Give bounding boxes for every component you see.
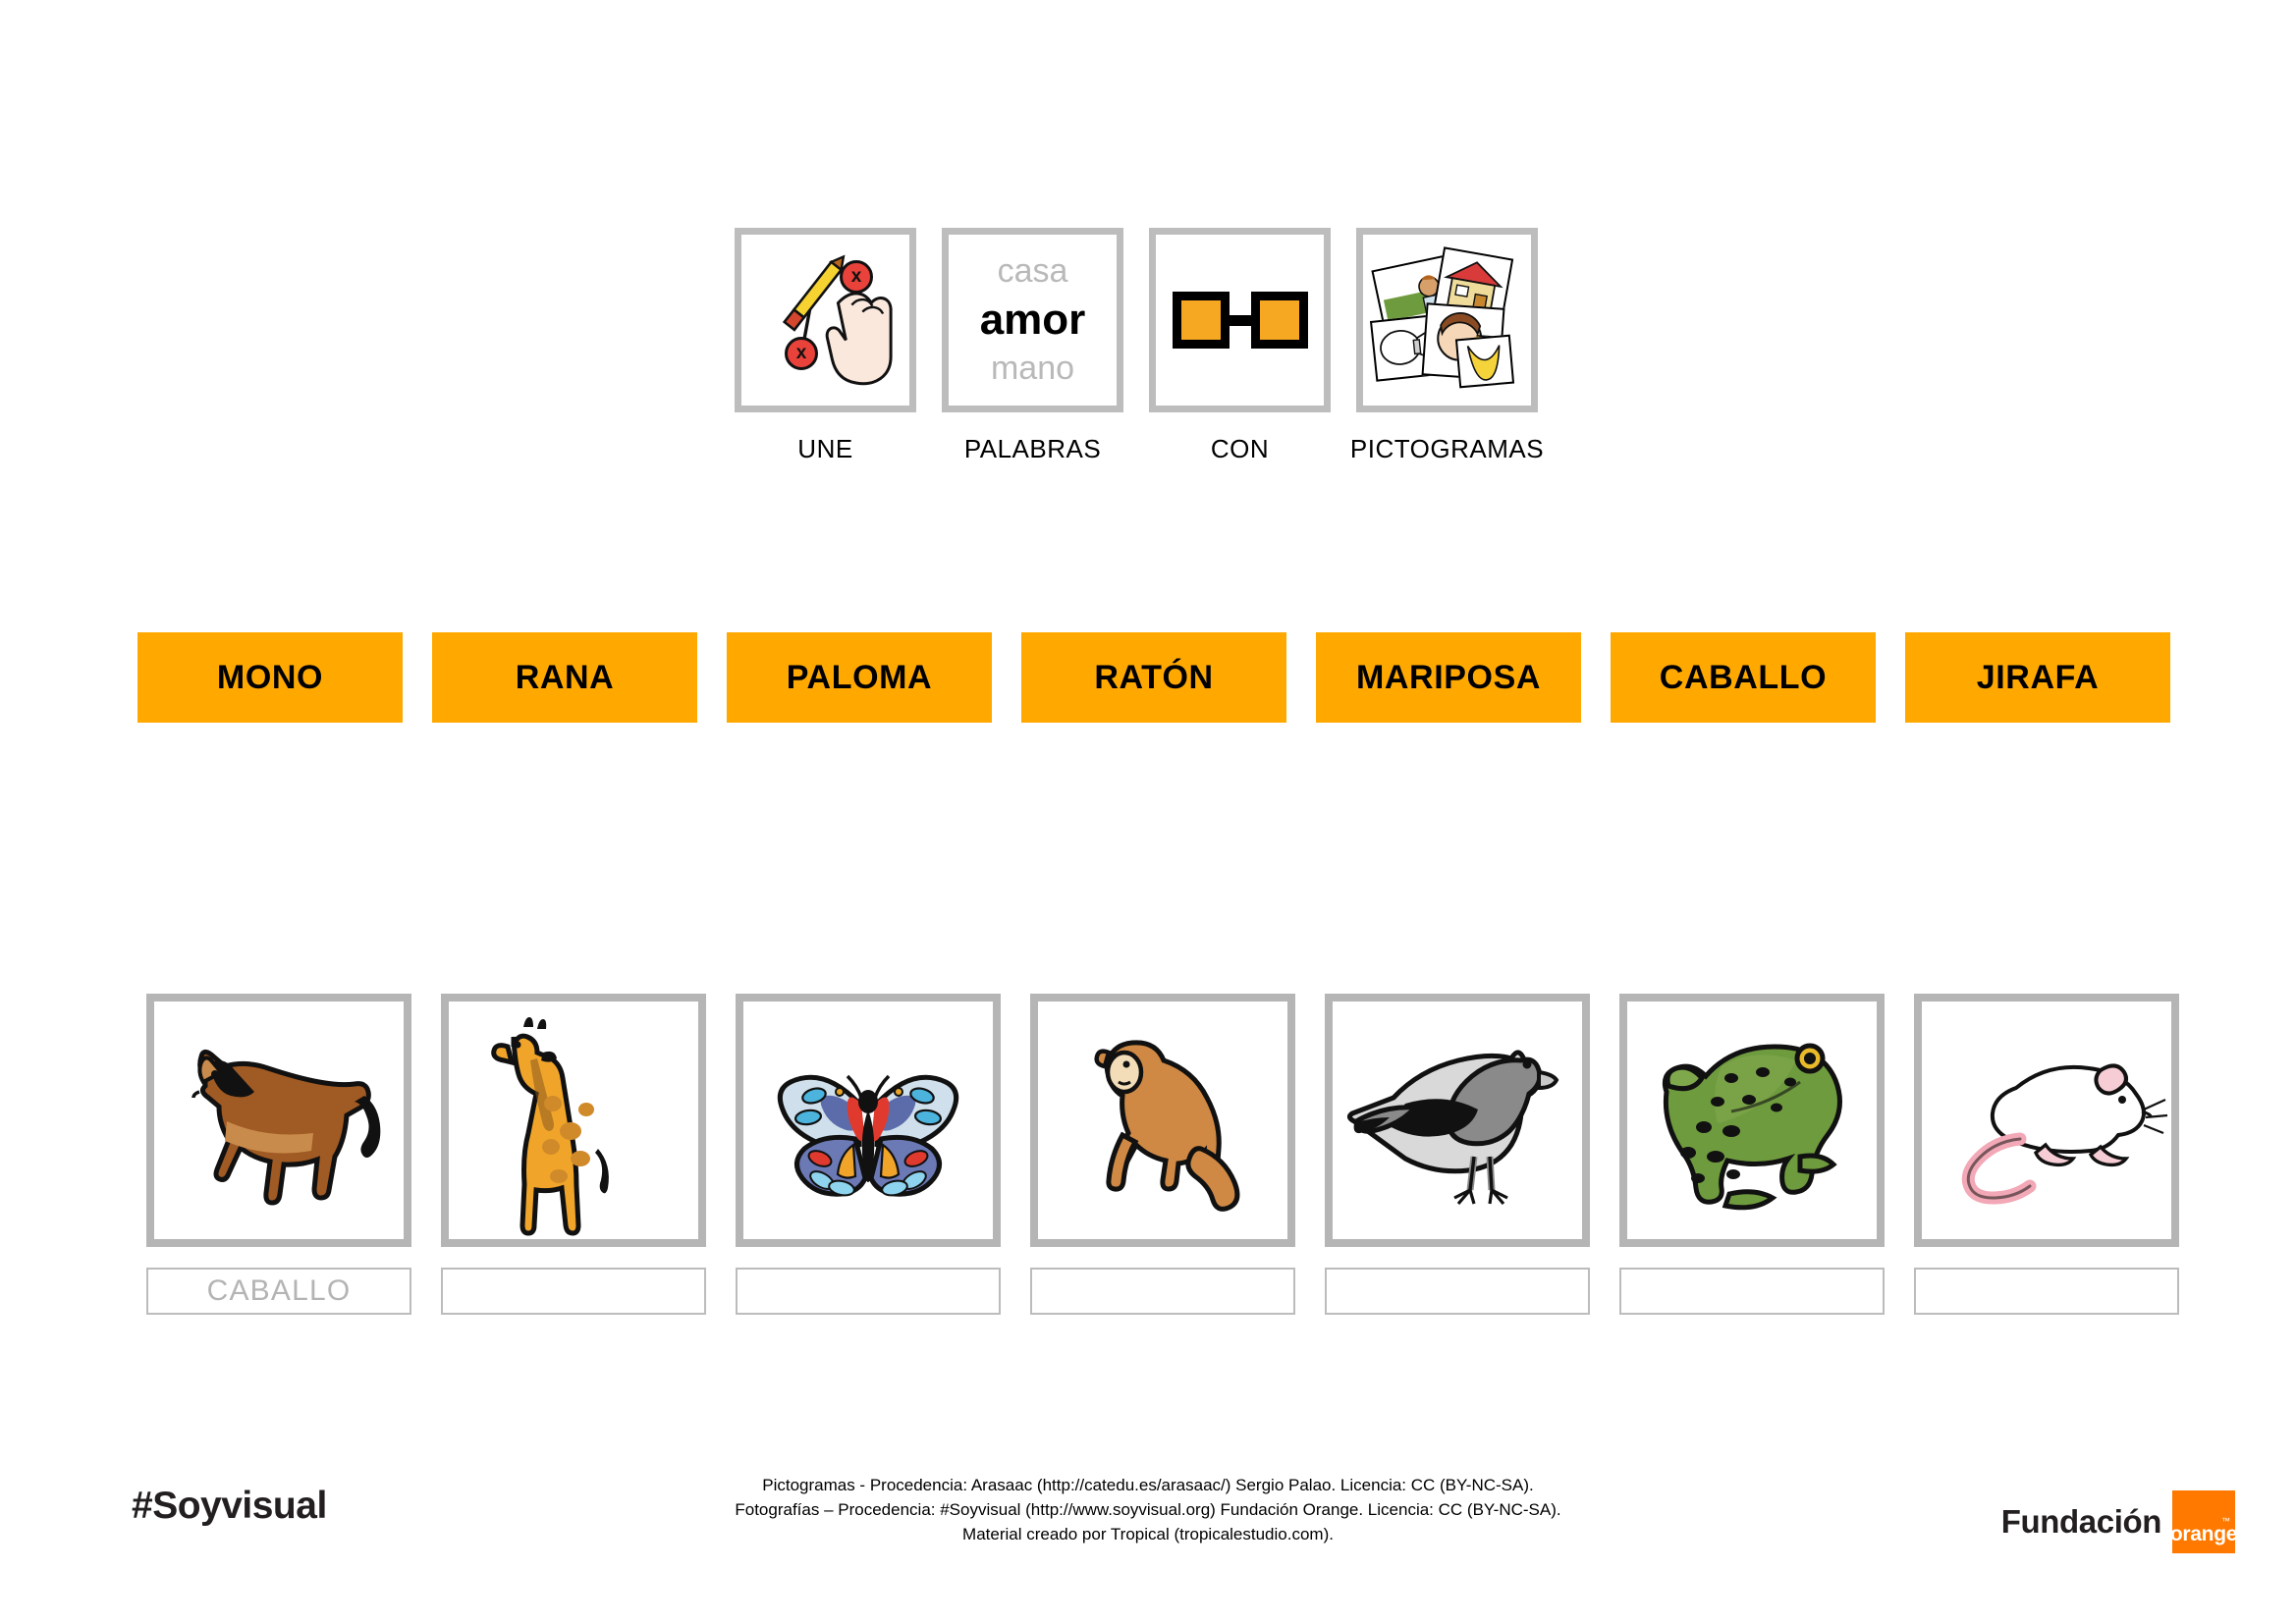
pictogram-cell-monkey	[1030, 994, 1295, 1315]
answer-box-butterfly[interactable]	[736, 1268, 1001, 1315]
hand-pencil-connect-icon: x x	[741, 235, 909, 406]
pictogram-cards-icon	[1363, 235, 1531, 406]
word-box-mariposa[interactable]: MARIPOSA	[1316, 632, 1581, 723]
instruction-label: CON	[1210, 434, 1270, 463]
link-squares-icon	[1156, 235, 1324, 406]
trademark-symbol: ™	[2221, 1516, 2230, 1526]
palabras-pictogram-frame: casa amor mano	[942, 228, 1123, 412]
mini-card-yellow	[1454, 334, 1515, 389]
credits-line-3: Material creado por Tropical (tropicales…	[962, 1525, 1334, 1544]
credits-line-2: Fotografías – Procedencia: #Soyvisual (h…	[735, 1500, 1561, 1520]
instruction-label: UNE	[797, 434, 853, 463]
link-square-left	[1172, 292, 1230, 349]
pictogram-cell-butterfly	[736, 994, 1001, 1315]
link-bar	[1229, 314, 1251, 326]
pictogram-cell-mouse	[1914, 994, 2179, 1315]
pictogram-cell-frog	[1619, 994, 1885, 1315]
instruction-item-con: CON	[1149, 228, 1331, 464]
word-box-paloma[interactable]: PALOMA	[727, 632, 992, 723]
answer-box-giraffe[interactable]	[441, 1268, 706, 1315]
horse-icon	[146, 994, 411, 1247]
word-sample-top: casa	[997, 252, 1068, 290]
answer-box-frog[interactable]	[1619, 1268, 1885, 1315]
instruction-item-une: x x UNE	[735, 228, 916, 464]
mouse-icon	[1914, 994, 2179, 1247]
answer-box-monkey[interactable]	[1030, 1268, 1295, 1315]
word-sample-middle: amor	[979, 296, 1086, 344]
instruction-label: PICTOGRAMAS	[1349, 434, 1545, 463]
word-box-rana[interactable]: RANA	[432, 632, 697, 723]
fundacion-orange-logo: Fundación orange ™	[2000, 1490, 2238, 1553]
target-dot-top: x	[840, 260, 873, 294]
con-pictogram-frame	[1149, 228, 1331, 412]
pictogram-cell-giraffe	[441, 994, 706, 1315]
instruction-label: PALABRAS	[963, 434, 1102, 463]
pictogramas-pictogram-frame	[1356, 228, 1538, 412]
orange-brand-label: orange	[2169, 1523, 2238, 1545]
footer-credits: Pictogramas - Procedencia: Arasaac (http…	[0, 1473, 2296, 1546]
answer-box-horse[interactable]: CABALLO	[146, 1268, 411, 1315]
word-box-jirafa[interactable]: JIRAFA	[1905, 632, 2170, 723]
pictogram-row: CABALLO	[146, 994, 2179, 1315]
target-dot-bottom: x	[785, 337, 818, 370]
instruction-item-pictogramas: PICTOGRAMAS	[1350, 228, 1544, 464]
pictogram-cell-pigeon	[1325, 994, 1590, 1315]
instruction-item-palabras: casa amor mano PALABRAS	[942, 228, 1123, 464]
link-square-right	[1250, 292, 1308, 349]
answer-box-mouse[interactable]	[1914, 1268, 2179, 1315]
pigeon-icon	[1325, 994, 1590, 1247]
monkey-icon	[1030, 994, 1295, 1247]
word-bank-row: MONO RANA PALOMA RATÓN MARIPOSA CABALLO …	[137, 632, 2170, 723]
butterfly-icon	[736, 994, 1001, 1247]
word-box-raton[interactable]: RATÓN	[1021, 632, 1286, 723]
answer-box-pigeon[interactable]	[1325, 1268, 1590, 1315]
instruction-strip: x x UNE casa amor mano PALABRAS CON PICT…	[735, 228, 1544, 464]
giraffe-icon	[441, 994, 706, 1247]
pictogram-cell-horse: CABALLO	[146, 994, 411, 1315]
credits-line-1: Pictogramas - Procedencia: Arasaac (http…	[762, 1476, 1534, 1494]
word-sample-bottom: mano	[990, 350, 1075, 387]
word-box-caballo[interactable]: CABALLO	[1611, 632, 1876, 723]
words-list-icon: casa amor mano	[949, 235, 1117, 406]
frog-icon	[1619, 994, 1885, 1247]
une-pictogram-frame: x x	[735, 228, 916, 412]
orange-brand-chip: orange ™	[2169, 1490, 2238, 1553]
word-box-mono[interactable]: MONO	[137, 632, 403, 723]
fundacion-label: Fundación	[2000, 1503, 2162, 1540]
